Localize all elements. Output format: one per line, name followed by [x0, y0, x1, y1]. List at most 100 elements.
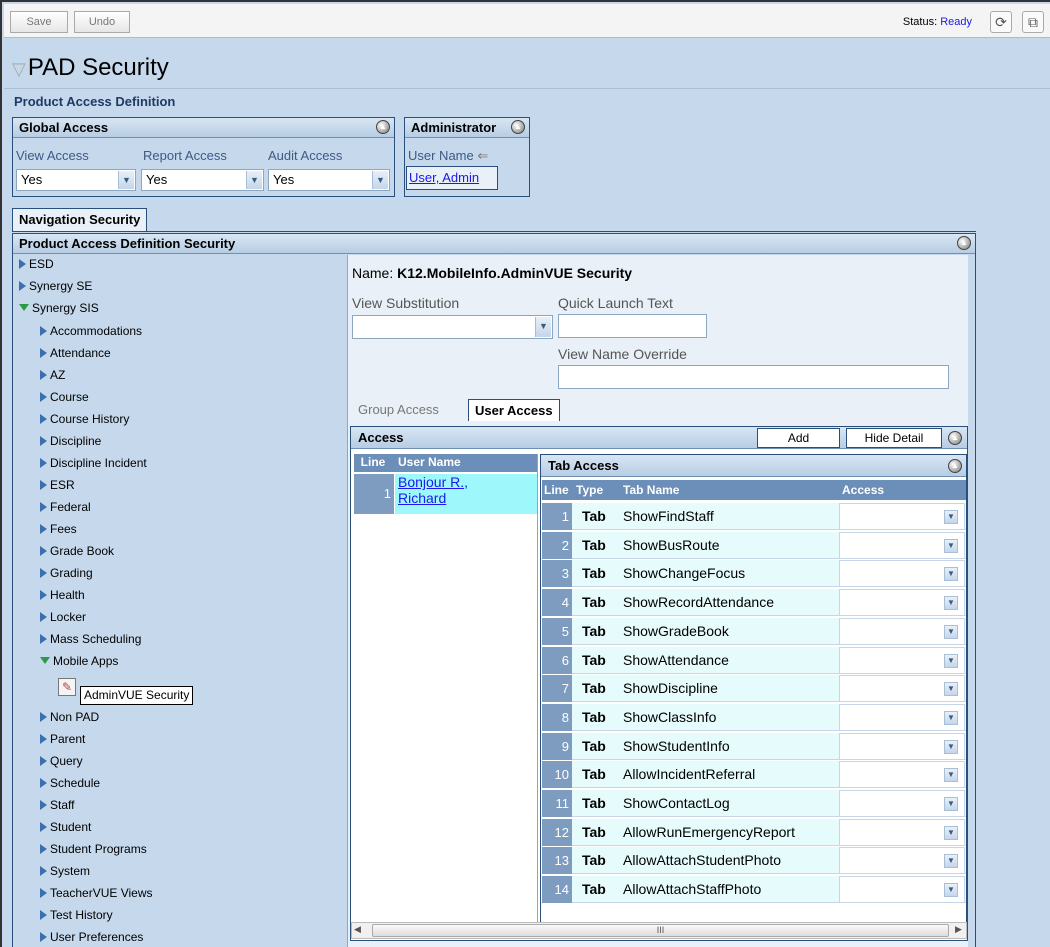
expand-icon[interactable] [40, 634, 47, 644]
undo-button[interactable]: Undo [74, 11, 130, 33]
tab-user-access[interactable]: User Access [468, 399, 560, 421]
tree-item[interactable]: Grade Book [40, 544, 114, 558]
scroll-thumb[interactable]: III [372, 924, 949, 937]
access-select[interactable]: ▼ [839, 589, 965, 616]
tree-item-esd[interactable]: ESD [19, 257, 54, 271]
tree-item[interactable]: Fees [40, 522, 77, 536]
expand-icon[interactable] [40, 370, 47, 380]
access-select[interactable]: ▼ [839, 761, 965, 788]
expand-icon[interactable] [40, 436, 47, 446]
tree-item[interactable]: Discipline [40, 434, 101, 448]
access-select[interactable]: ▼ [839, 618, 965, 645]
tree-item[interactable]: Course History [40, 412, 129, 426]
expand-icon[interactable] [40, 348, 47, 358]
chevron-down-icon[interactable]: ▼ [944, 682, 958, 696]
tree-item[interactable]: Parent [40, 732, 85, 746]
expand-icon[interactable] [40, 844, 47, 854]
tree-item-synergy-sis[interactable]: Synergy SIS [19, 301, 99, 315]
chevron-down-icon[interactable]: ▼ [944, 740, 958, 754]
collapse-icon[interactable]: ▲ [948, 459, 962, 473]
tab-navigation-security[interactable]: Navigation Security [12, 208, 148, 232]
expand-icon[interactable] [40, 866, 47, 876]
chevron-down-icon[interactable]: ▼ [944, 797, 958, 811]
access-select[interactable]: ▼ [839, 532, 965, 559]
expand-icon[interactable] [40, 524, 47, 534]
tree-item[interactable]: Mass Scheduling [40, 632, 141, 646]
expand-icon[interactable] [40, 326, 47, 336]
chevron-down-icon[interactable]: ▼ [944, 625, 958, 639]
expand-icon[interactable] [40, 800, 47, 810]
expand-icon[interactable] [40, 458, 47, 468]
tree-item[interactable]: ESR [40, 478, 75, 492]
tree-item[interactable]: Attendance [40, 346, 111, 360]
admin-user-link[interactable]: User, Admin [406, 166, 498, 190]
expand-icon[interactable] [40, 910, 47, 920]
tree-item[interactable]: Accommodations [40, 324, 142, 338]
access-select[interactable]: ▼ [839, 560, 965, 587]
access-select[interactable]: ▼ [839, 647, 965, 674]
expand-icon[interactable] [40, 590, 47, 600]
tree-item[interactable]: Discipline Incident [40, 456, 147, 470]
collapse-icon[interactable]: ▲ [948, 431, 962, 445]
save-button[interactable]: Save [10, 11, 68, 33]
chevron-down-icon[interactable]: ▼ [246, 171, 262, 189]
tree-item[interactable]: User Preferences [40, 930, 143, 944]
tree-item[interactable]: Staff [40, 798, 74, 812]
expand-icon[interactable] [40, 502, 47, 512]
tree-item[interactable]: Federal [40, 500, 91, 514]
tree-item[interactable]: Schedule [40, 776, 100, 790]
hide-detail-button[interactable]: Hide Detail [846, 428, 942, 448]
expand-icon[interactable] [40, 546, 47, 556]
collapse-icon[interactable]: ▲ [511, 120, 525, 134]
tree-item[interactable]: Health [40, 588, 85, 602]
status-value[interactable]: Ready [940, 16, 972, 28]
report-access-select[interactable]: Yes ▼ [141, 169, 264, 191]
tree-item[interactable]: Locker [40, 610, 86, 624]
tree-item-mobile-apps[interactable]: Mobile Apps [40, 654, 118, 668]
tree-item[interactable]: Student [40, 820, 91, 834]
tree-item[interactable]: Non PAD [40, 710, 99, 724]
scroll-left-icon[interactable]: ◀ [354, 924, 361, 935]
access-select[interactable]: ▼ [839, 790, 965, 817]
chevron-down-icon[interactable]: ▼ [372, 171, 388, 189]
tree-item[interactable]: AZ [40, 368, 65, 382]
expand-icon[interactable] [40, 712, 47, 722]
expand-icon[interactable] [40, 932, 47, 942]
tree-item[interactable]: Test History [40, 908, 113, 922]
expand-icon[interactable] [40, 414, 47, 424]
chevron-down-icon[interactable]: ▼ [944, 883, 958, 897]
expand-icon[interactable] [40, 480, 47, 490]
view-access-select[interactable]: Yes ▼ [16, 169, 136, 191]
quick-launch-input[interactable] [558, 314, 707, 338]
chevron-down-icon[interactable]: ▼ [944, 711, 958, 725]
add-button[interactable]: Add [757, 428, 840, 448]
expand-icon[interactable] [40, 568, 47, 578]
access-select[interactable]: ▼ [839, 704, 965, 731]
expand-icon[interactable] [40, 888, 47, 898]
tree-item[interactable]: Query [40, 754, 83, 768]
expand-icon[interactable] [19, 281, 26, 291]
expand-icon[interactable] [40, 612, 47, 622]
window-switch-icon[interactable]: ⧉ [1022, 11, 1044, 33]
chevron-down-icon[interactable]: ▼ [944, 854, 958, 868]
tree-item-adminvue-security[interactable]: AdminVUE Security [80, 686, 194, 705]
expand-icon[interactable] [40, 822, 47, 832]
tree-item[interactable]: Grading [40, 566, 93, 580]
collapse-tree-icon[interactable] [19, 304, 29, 311]
collapse-icon[interactable]: ▲ [957, 236, 971, 250]
access-select[interactable]: ▼ [839, 876, 965, 903]
view-name-override-input[interactable] [558, 365, 949, 389]
refresh-icon[interactable]: ⟳ [990, 11, 1012, 33]
expand-icon[interactable] [19, 259, 26, 269]
chevron-down-icon[interactable]: ▼ [944, 654, 958, 668]
scroll-right-icon[interactable]: ▶ [955, 924, 962, 935]
tree-item[interactable]: Course [40, 390, 89, 404]
access-select[interactable]: ▼ [839, 847, 965, 874]
chevron-down-icon[interactable]: ▼ [944, 567, 958, 581]
chevron-down-icon[interactable]: ▼ [944, 768, 958, 782]
tab-group-access[interactable]: Group Access [352, 399, 445, 421]
tree-item-synergy-se[interactable]: Synergy SE [19, 279, 92, 293]
chevron-down-icon[interactable]: ▼ [535, 317, 551, 337]
view-substitution-select[interactable]: ▼ [352, 315, 553, 339]
audit-access-select[interactable]: Yes ▼ [268, 169, 390, 191]
